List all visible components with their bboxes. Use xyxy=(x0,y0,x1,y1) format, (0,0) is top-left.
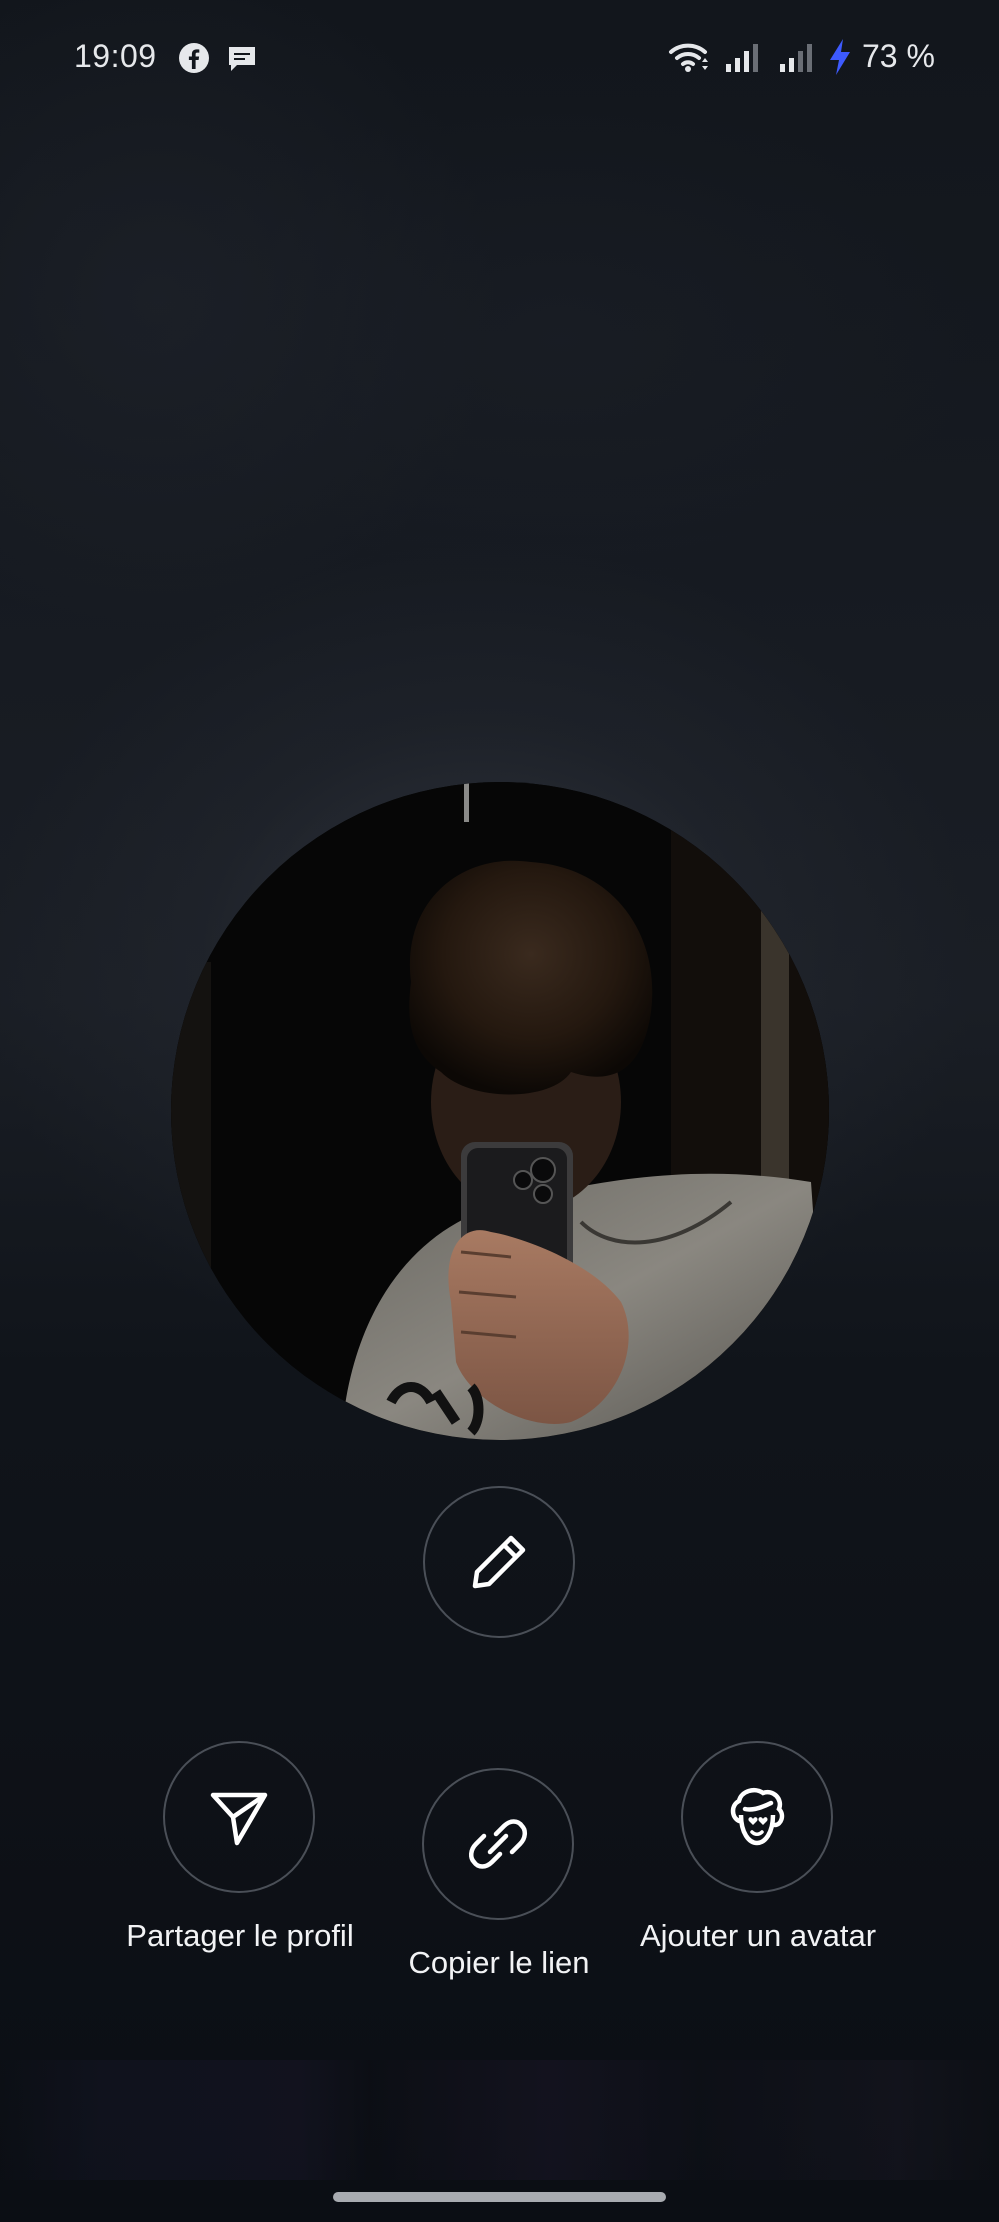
profile-picture-screen: 19:09 73 % Partager le profil Copier le … xyxy=(0,0,999,2222)
add-avatar-label: Ajouter un avatar xyxy=(639,1918,877,1953)
share-profile-button[interactable] xyxy=(163,1741,315,1893)
battery-percentage: 73 % xyxy=(862,38,935,74)
edit-avatar-button[interactable] xyxy=(423,1486,575,1638)
add-avatar-button[interactable] xyxy=(681,1741,833,1893)
copy-link-button[interactable] xyxy=(422,1768,574,1920)
avatar-face-icon xyxy=(730,1788,785,1846)
wifi-icon xyxy=(669,43,708,72)
send-icon xyxy=(210,1792,268,1846)
profile-photo[interactable] xyxy=(171,782,829,1440)
link-icon xyxy=(469,1819,527,1869)
signal-icon xyxy=(726,44,758,72)
charging-bolt-icon xyxy=(830,39,850,75)
signal-icon xyxy=(780,44,812,72)
pencil-icon xyxy=(472,1535,526,1589)
status-bar: 19:09 73 % xyxy=(0,0,999,116)
copy-link-label: Copier le lien xyxy=(408,1945,590,1980)
facebook-icon xyxy=(179,43,209,73)
profile-photo-illustration xyxy=(171,782,829,1440)
share-profile-label: Partager le profil xyxy=(126,1918,354,1953)
background-strip xyxy=(0,2060,999,2180)
status-time: 19:09 xyxy=(74,38,157,74)
message-icon xyxy=(229,47,255,71)
home-indicator[interactable] xyxy=(333,2192,666,2202)
